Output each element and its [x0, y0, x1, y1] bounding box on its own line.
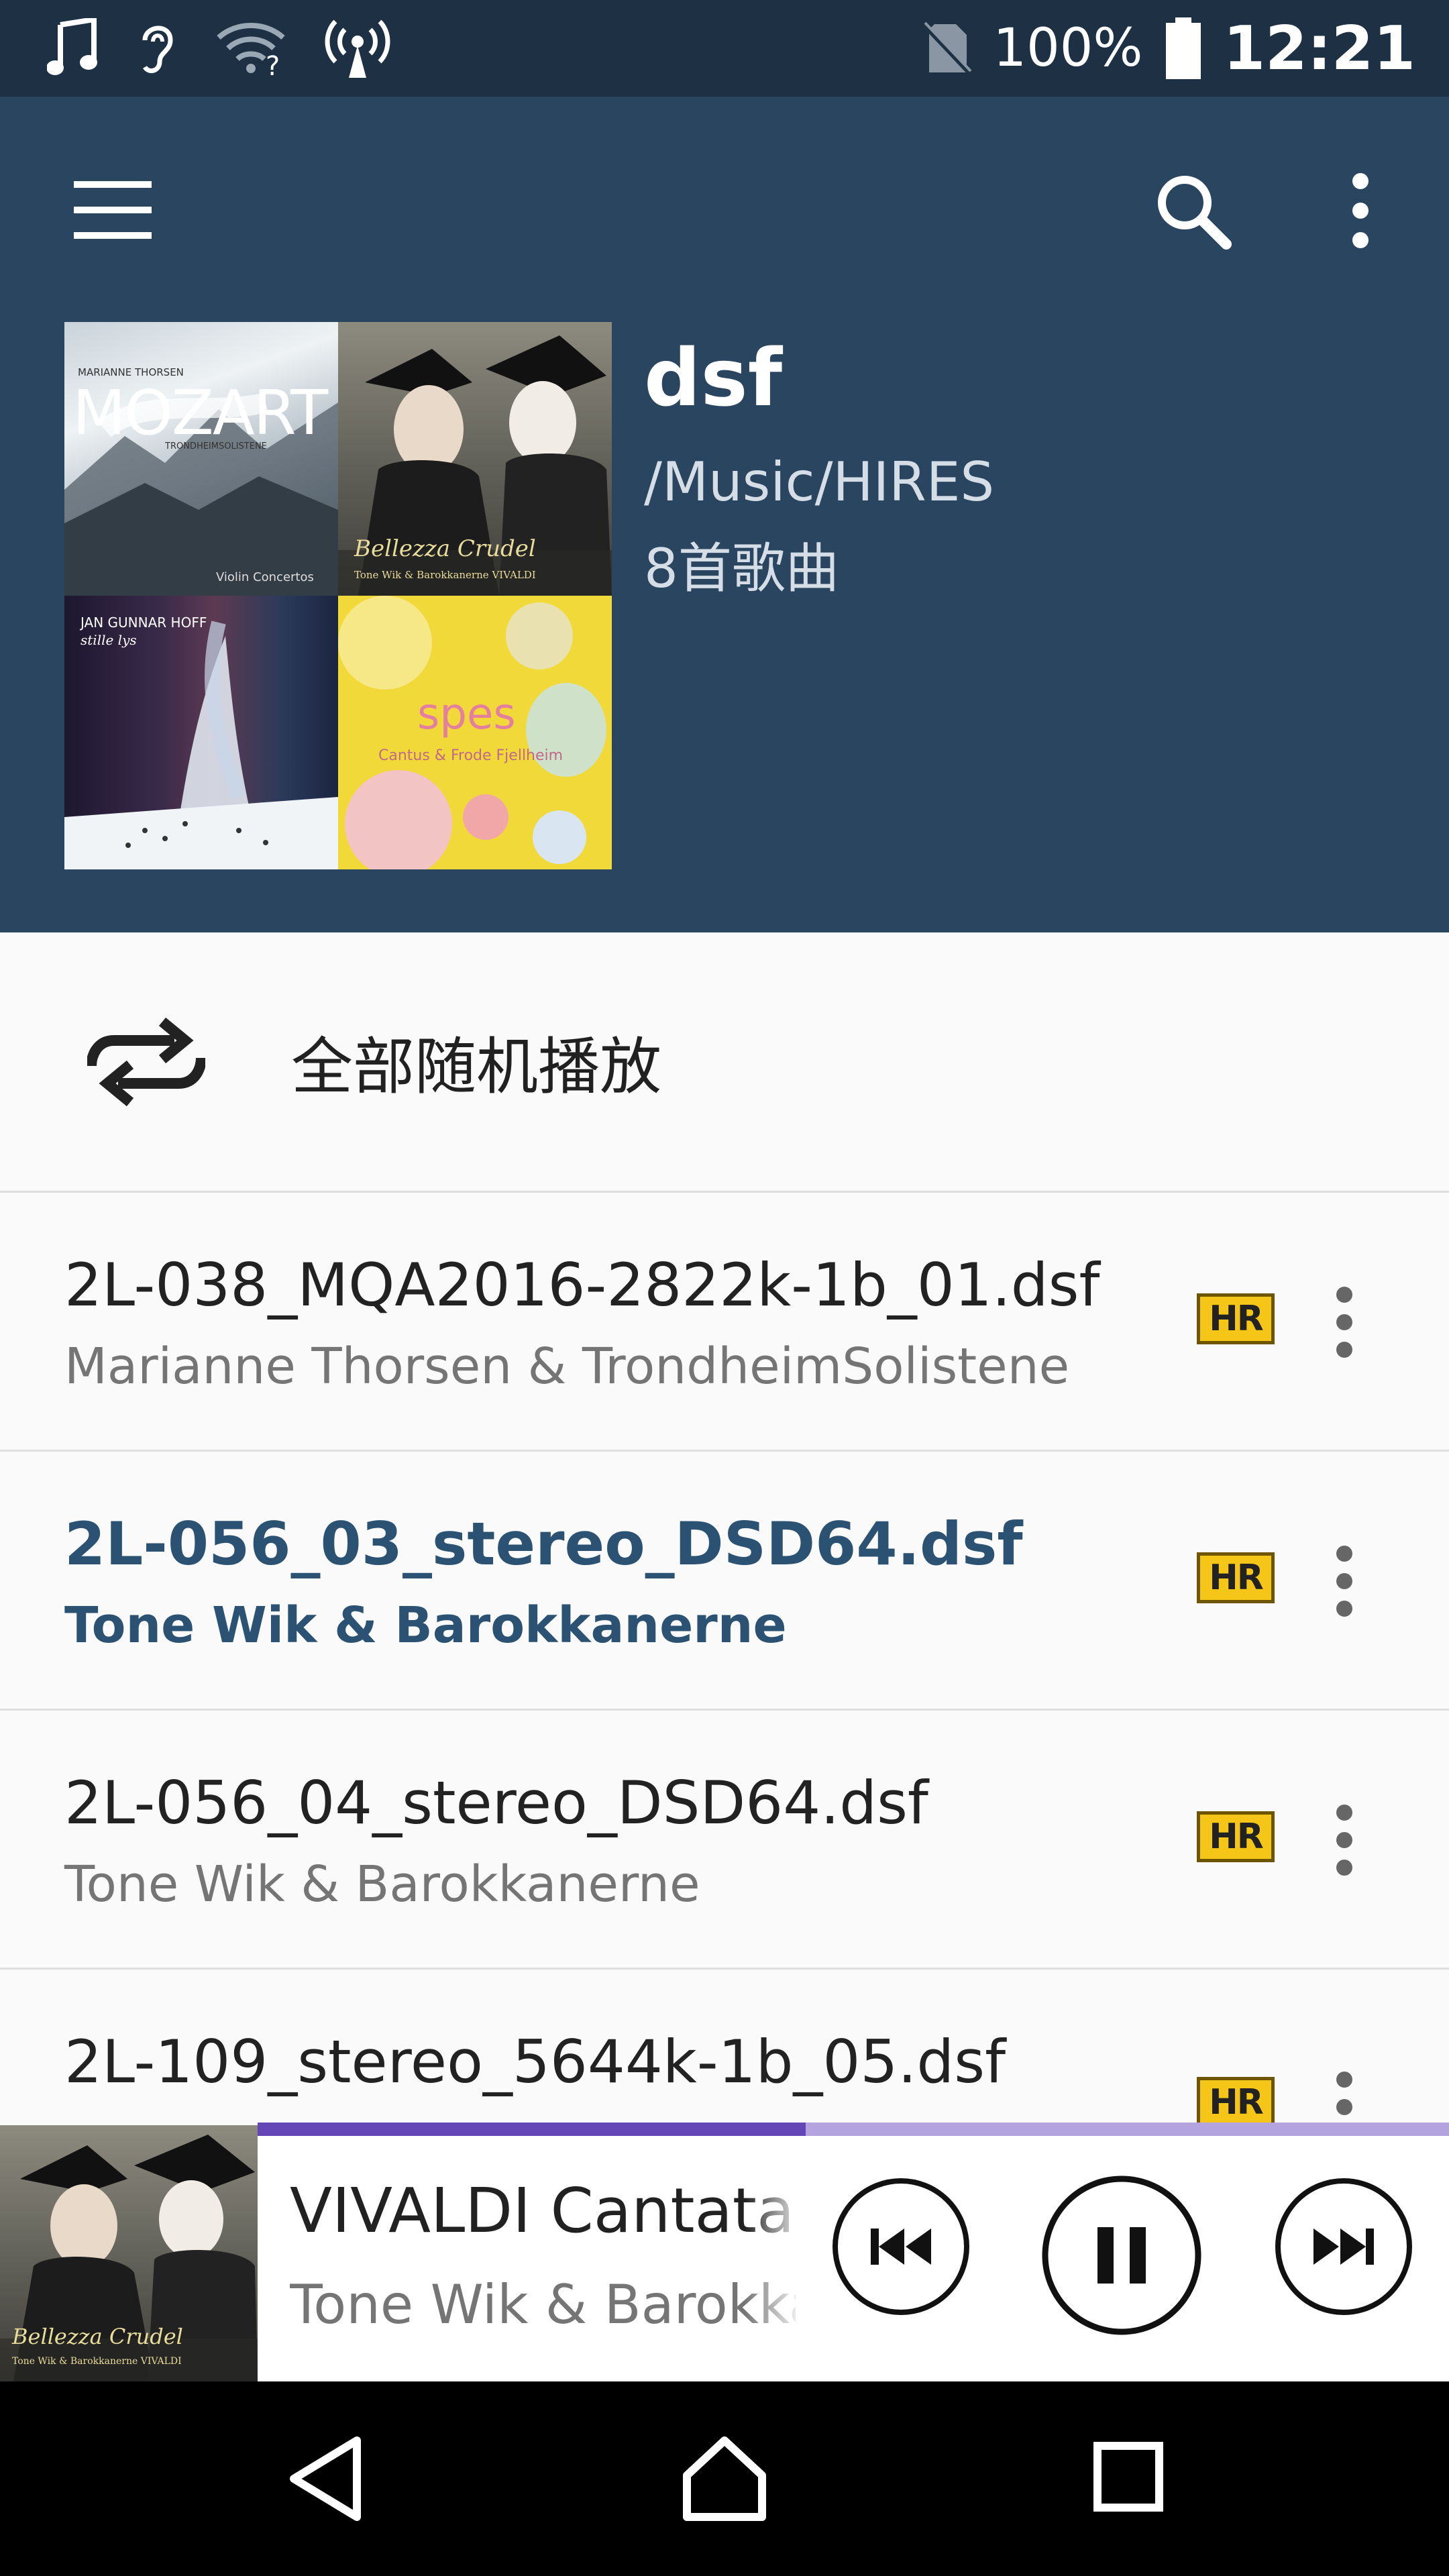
mozart-cover-footer: Violin Concertos: [216, 570, 314, 584]
home-icon[interactable]: [682, 2435, 767, 2522]
stille-cover-title: stille lys: [80, 632, 137, 648]
more-vert-icon[interactable]: [1332, 1544, 1356, 1618]
hi-res-badge: HR: [1197, 1293, 1275, 1344]
back-icon[interactable]: [286, 2435, 366, 2522]
hearing-icon: [142, 25, 173, 74]
hi-res-badge: HR: [1197, 2077, 1275, 2125]
track-artist: Marianne Thorsen & TrondheimSolistene: [64, 1338, 1070, 1395]
system-navigation-bar: [0, 2381, 1449, 2576]
now-playing-title: VIVALDI Cantata I: [290, 2175, 796, 2247]
mozart-cover: MARIANNE THORSEN MOZART TRONDHEIMSOLISTE…: [64, 322, 338, 596]
bellezza-cover-artist: Tone Wik & Barokkanerne VIVALDI: [354, 569, 536, 581]
now-playing-cover-title: Bellezza Crudel: [12, 2324, 183, 2349]
track-artist: Tone Wik & Barokkanerne: [64, 1597, 787, 1654]
more-vert-icon[interactable]: [1336, 172, 1385, 250]
hi-res-badge: HR: [1197, 1811, 1275, 1862]
playback-progress-bar[interactable]: [258, 2123, 1449, 2136]
playlist-header: MARIANNE THORSEN MOZART TRONDHEIMSOLISTE…: [0, 97, 1449, 932]
now-playing-cover-artist: Tone Wik & Barokkanerne VIVALDI: [12, 2356, 182, 2367]
pause-icon[interactable]: [1041, 2175, 1202, 2336]
search-icon[interactable]: [1154, 172, 1232, 250]
shuffle-all-label: 全部随机播放: [291, 1031, 662, 1103]
playlist-song-count: 8首歌曲: [644, 537, 839, 600]
mozart-cover-title: MOZART: [72, 377, 328, 449]
bellezza-crudel-cover: Bellezza Crudel Tone Wik & Barokkanerne …: [338, 322, 612, 596]
album-art-collage: MARIANNE THORSEN MOZART TRONDHEIMSOLISTE…: [64, 322, 612, 869]
next-icon[interactable]: [1275, 2178, 1413, 2316]
status-bar: ? 100% 12:21: [0, 0, 1449, 97]
no-sim-icon: [922, 21, 973, 75]
spes-cover-title: spes: [417, 690, 516, 739]
shuffle-all-button[interactable]: 全部随机播放: [0, 932, 1449, 1193]
playlist-path: /Music/HIRES: [644, 451, 995, 513]
now-playing-bar[interactable]: Bellezza Crudel Tone Wik & Barokkanerne …: [0, 2125, 1449, 2381]
spes-cover-artist: Cantus & Frode Fjellheim: [378, 747, 564, 764]
track-row[interactable]: 2L-056_04_stereo_DSD64.dsf Tone Wik & Ba…: [0, 1711, 1449, 1970]
track-list: 2L-038_MQA2016-2822k-1b_01.dsf Marianne …: [0, 1193, 1449, 2125]
track-artist: Tone Wik & Barokkanerne: [64, 1856, 700, 1913]
svg-text:?: ?: [266, 51, 280, 76]
mozart-cover-subtitle: TRONDHEIMSOLISTENE: [165, 441, 267, 451]
more-vert-icon[interactable]: [1332, 2070, 1356, 2125]
stille-lys-cover: JAN GUNNAR HOFF stille lys: [64, 596, 338, 869]
shuffle-icon: [87, 1017, 205, 1106]
track-title: 2L-109_stereo_5644k-1b_05.dsf: [64, 2027, 1006, 2096]
now-playing-artist: Tone Wik & Barokkanerne: [290, 2273, 796, 2336]
music-note-icon: [47, 18, 97, 75]
spes-cover: spes Cantus & Frode Fjellheim: [338, 596, 612, 869]
hi-res-badge: HR: [1197, 1552, 1275, 1603]
more-vert-icon[interactable]: [1332, 1803, 1356, 1877]
now-playing-text: VIVALDI Cantata I Tone Wik & Barokkanern…: [290, 2175, 796, 2336]
previous-icon[interactable]: [832, 2178, 970, 2316]
track-title: 2L-056_04_stereo_DSD64.dsf: [64, 1768, 928, 1837]
text-fade: [745, 2165, 805, 2367]
menu-icon[interactable]: [74, 177, 152, 244]
track-row-now-playing[interactable]: 2L-056_03_stereo_DSD64.dsf Tone Wik & Ba…: [0, 1452, 1449, 1711]
bellezza-cover-title: Bellezza Crudel: [354, 535, 536, 562]
broadcast-icon: [325, 19, 390, 78]
more-vert-icon[interactable]: [1332, 1285, 1356, 1359]
wifi-question-icon: ?: [217, 23, 285, 76]
track-row[interactable]: 2L-038_MQA2016-2822k-1b_01.dsf Marianne …: [0, 1193, 1449, 1452]
track-row[interactable]: 2L-109_stereo_5644k-1b_05.dsf HR: [0, 1970, 1449, 2125]
now-playing-cover[interactable]: Bellezza Crudel Tone Wik & Barokkanerne …: [0, 2125, 258, 2381]
playlist-title: dsf: [644, 331, 783, 424]
playback-progress-fill: [258, 2123, 806, 2136]
playlist-info: dsf /Music/HIRES 8首歌曲: [644, 331, 994, 603]
track-title: 2L-038_MQA2016-2822k-1b_01.dsf: [64, 1250, 1100, 1320]
battery-percent: 100%: [993, 18, 1143, 78]
stille-cover-artist: JAN GUNNAR HOFF: [80, 614, 207, 631]
recents-icon[interactable]: [1093, 2442, 1163, 2512]
clock: 12:21: [1223, 13, 1415, 84]
battery-icon: [1165, 17, 1201, 79]
track-title: 2L-056_03_stereo_DSD64.dsf: [64, 1509, 1023, 1578]
